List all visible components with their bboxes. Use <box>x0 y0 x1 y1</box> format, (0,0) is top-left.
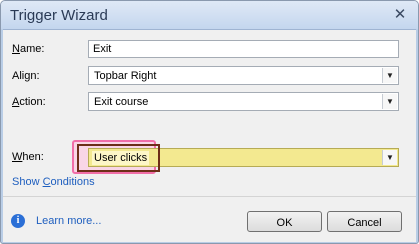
action-label: Action: <box>12 96 46 108</box>
name-label: Name: <box>12 43 45 55</box>
chevron-down-icon[interactable]: ▼ <box>382 150 397 165</box>
cancel-button[interactable]: Cancel <box>327 211 402 232</box>
info-icon: i <box>11 214 25 228</box>
chevron-down-icon[interactable]: ▼ <box>382 94 397 109</box>
name-input[interactable] <box>93 43 393 55</box>
close-icon[interactable]: ✕ <box>391 7 409 23</box>
trigger-wizard-dialog: Trigger Wizard ✕ Name: Align: Topbar Rig… <box>0 0 419 244</box>
action-value: Exit course <box>94 96 149 108</box>
show-conditions-link[interactable]: Show Conditions <box>12 176 95 188</box>
ok-button[interactable]: OK <box>247 211 322 232</box>
action-dropdown[interactable]: Exit course ▼ <box>88 92 399 111</box>
align-label: Align: <box>12 70 40 82</box>
dialog-title: Trigger Wizard <box>10 7 108 24</box>
dialog-footer: i Learn more... OK Cancel <box>3 196 416 242</box>
title-bar: Trigger Wizard ✕ <box>1 1 418 29</box>
chevron-down-icon[interactable]: ▼ <box>382 68 397 83</box>
name-field[interactable] <box>88 40 399 58</box>
learn-more-link[interactable]: Learn more... <box>36 215 101 227</box>
dialog-body: Name: Align: Topbar Right ▼ Action: Exit… <box>3 29 416 242</box>
callout-box <box>77 144 160 172</box>
align-dropdown[interactable]: Topbar Right ▼ <box>88 66 399 85</box>
align-value: Topbar Right <box>94 70 157 82</box>
when-label: When: <box>12 151 44 163</box>
